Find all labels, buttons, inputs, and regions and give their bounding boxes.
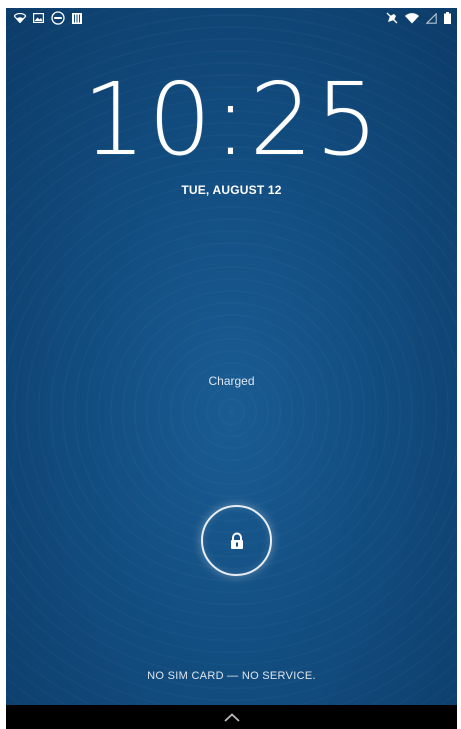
battery-icon	[444, 12, 451, 24]
signal-icon	[426, 12, 437, 24]
status-bar	[6, 8, 457, 28]
storage-icon	[72, 12, 82, 24]
chevron-up-icon[interactable]	[223, 712, 240, 722]
mute-icon	[386, 12, 398, 24]
wifi-icon	[405, 12, 419, 23]
screen: 10:25 TUE, AUGUST 12 Charged NO SIM CARD…	[0, 0, 461, 729]
lock-icon	[230, 532, 243, 549]
lockscreen[interactable]: 10:25 TUE, AUGUST 12 Charged NO SIM CARD…	[6, 8, 457, 729]
clock-time: 10:25	[82, 61, 381, 178]
charge-status: Charged	[208, 374, 255, 388]
status-bar-left	[14, 11, 82, 25]
clock-date: TUE, AUGUST 12	[181, 183, 282, 197]
carrier-status: NO SIM CARD — NO SERVICE.	[147, 670, 316, 682]
dell-icon	[51, 11, 65, 25]
wifi-icon	[14, 13, 26, 23]
unlock-handle[interactable]	[201, 505, 272, 576]
nav-bar	[6, 705, 457, 729]
status-bar-right	[386, 12, 451, 24]
image-icon	[33, 13, 44, 23]
